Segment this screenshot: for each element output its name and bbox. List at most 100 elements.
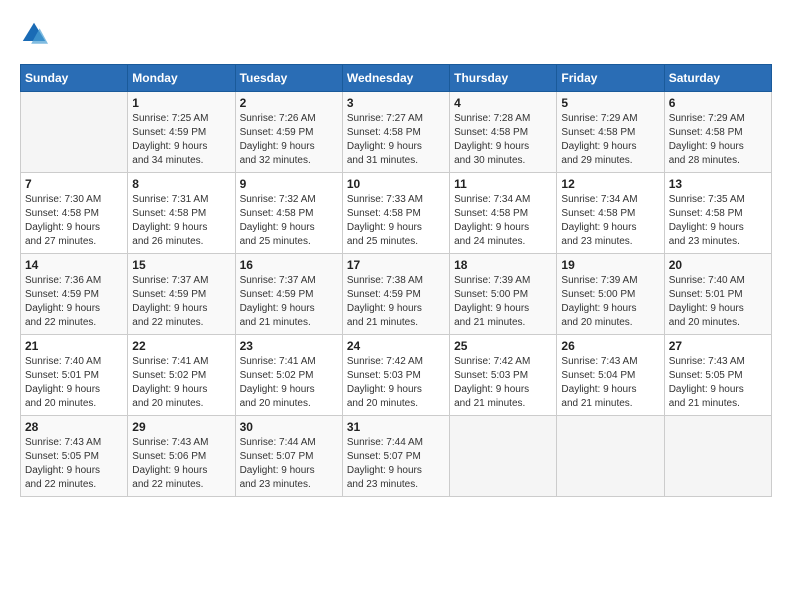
day-cell: 10 Sunrise: 7:33 AM Sunset: 4:58 PM Dayli… [342, 173, 449, 254]
day-info: Sunrise: 7:34 AM Sunset: 4:58 PM Dayligh… [561, 193, 659, 249]
day-cell: 22 Sunrise: 7:41 AM Sunset: 5:02 PM Dayli… [128, 335, 235, 416]
logo [20, 20, 52, 48]
day-cell: 21 Sunrise: 7:40 AM Sunset: 5:01 PM Dayli… [21, 335, 128, 416]
day-number: 30 [240, 420, 338, 434]
day-info: Sunrise: 7:34 AM Sunset: 4:58 PM Dayligh… [454, 193, 552, 249]
day-cell: 24 Sunrise: 7:42 AM Sunset: 5:03 PM Dayli… [342, 335, 449, 416]
day-number: 11 [454, 177, 552, 191]
day-number: 23 [240, 339, 338, 353]
day-cell [557, 416, 664, 497]
day-number: 8 [132, 177, 230, 191]
day-info: Sunrise: 7:36 AM Sunset: 4:59 PM Dayligh… [25, 274, 123, 330]
day-cell: 11 Sunrise: 7:34 AM Sunset: 4:58 PM Dayli… [450, 173, 557, 254]
day-number: 17 [347, 258, 445, 272]
day-info: Sunrise: 7:41 AM Sunset: 5:02 PM Dayligh… [240, 355, 338, 411]
day-cell: 28 Sunrise: 7:43 AM Sunset: 5:05 PM Dayli… [21, 416, 128, 497]
day-info: Sunrise: 7:39 AM Sunset: 5:00 PM Dayligh… [561, 274, 659, 330]
day-cell [21, 92, 128, 173]
day-number: 25 [454, 339, 552, 353]
day-cell: 13Sunrise: 7:35 AM Sunset: 4:58 PM Dayli… [664, 173, 771, 254]
day-info: Sunrise: 7:28 AM Sunset: 4:58 PM Dayligh… [454, 112, 552, 168]
day-info: Sunrise: 7:43 AM Sunset: 5:04 PM Dayligh… [561, 355, 659, 411]
day-number: 9 [240, 177, 338, 191]
day-info: Sunrise: 7:35 AM Sunset: 4:58 PM Dayligh… [669, 193, 767, 249]
day-number: 19 [561, 258, 659, 272]
day-cell: 12 Sunrise: 7:34 AM Sunset: 4:58 PM Dayli… [557, 173, 664, 254]
logo-icon [20, 20, 48, 48]
week-row-3: 14 Sunrise: 7:36 AM Sunset: 4:59 PM Dayli… [21, 254, 772, 335]
day-cell: 27Sunrise: 7:43 AM Sunset: 5:05 PM Dayli… [664, 335, 771, 416]
day-info: Sunrise: 7:38 AM Sunset: 4:59 PM Dayligh… [347, 274, 445, 330]
week-row-2: 7 Sunrise: 7:30 AM Sunset: 4:58 PM Daylig… [21, 173, 772, 254]
day-info: Sunrise: 7:25 AM Sunset: 4:59 PM Dayligh… [132, 112, 230, 168]
day-info: Sunrise: 7:44 AM Sunset: 5:07 PM Dayligh… [347, 436, 445, 492]
day-number: 15 [132, 258, 230, 272]
day-number: 7 [25, 177, 123, 191]
day-info: Sunrise: 7:44 AM Sunset: 5:07 PM Dayligh… [240, 436, 338, 492]
day-info: Sunrise: 7:40 AM Sunset: 5:01 PM Dayligh… [25, 355, 123, 411]
day-info: Sunrise: 7:37 AM Sunset: 4:59 PM Dayligh… [132, 274, 230, 330]
day-cell: 15 Sunrise: 7:37 AM Sunset: 4:59 PM Dayli… [128, 254, 235, 335]
day-info: Sunrise: 7:39 AM Sunset: 5:00 PM Dayligh… [454, 274, 552, 330]
day-number: 2 [240, 96, 338, 110]
day-cell: 26 Sunrise: 7:43 AM Sunset: 5:04 PM Dayli… [557, 335, 664, 416]
day-cell: 18 Sunrise: 7:39 AM Sunset: 5:00 PM Dayli… [450, 254, 557, 335]
day-cell: 5Sunrise: 7:29 AM Sunset: 4:58 PM Daylig… [557, 92, 664, 173]
day-number: 31 [347, 420, 445, 434]
day-number: 6 [669, 96, 767, 110]
day-number: 3 [347, 96, 445, 110]
day-number: 10 [347, 177, 445, 191]
day-number: 14 [25, 258, 123, 272]
header-monday: Monday [128, 65, 235, 92]
day-info: Sunrise: 7:43 AM Sunset: 5:05 PM Dayligh… [25, 436, 123, 492]
day-cell: 16 Sunrise: 7:37 AM Sunset: 4:59 PM Dayli… [235, 254, 342, 335]
day-cell: 2 Sunrise: 7:26 AM Sunset: 4:59 PM Daylig… [235, 92, 342, 173]
day-number: 16 [240, 258, 338, 272]
day-number: 24 [347, 339, 445, 353]
header-wednesday: Wednesday [342, 65, 449, 92]
day-cell: 14 Sunrise: 7:36 AM Sunset: 4:59 PM Dayli… [21, 254, 128, 335]
day-info: Sunrise: 7:29 AM Sunset: 4:58 PM Dayligh… [561, 112, 659, 168]
page-header [20, 20, 772, 48]
day-info: Sunrise: 7:26 AM Sunset: 4:59 PM Dayligh… [240, 112, 338, 168]
day-cell [664, 416, 771, 497]
header-tuesday: Tuesday [235, 65, 342, 92]
week-row-1: 1 Sunrise: 7:25 AM Sunset: 4:59 PM Daylig… [21, 92, 772, 173]
day-cell: 31 Sunrise: 7:44 AM Sunset: 5:07 PM Dayli… [342, 416, 449, 497]
day-info: Sunrise: 7:43 AM Sunset: 5:06 PM Dayligh… [132, 436, 230, 492]
day-number: 20 [669, 258, 767, 272]
day-cell [450, 416, 557, 497]
day-number: 26 [561, 339, 659, 353]
day-cell: 7 Sunrise: 7:30 AM Sunset: 4:58 PM Daylig… [21, 173, 128, 254]
day-cell: 8Sunrise: 7:31 AM Sunset: 4:58 PM Daylig… [128, 173, 235, 254]
day-info: Sunrise: 7:41 AM Sunset: 5:02 PM Dayligh… [132, 355, 230, 411]
day-number: 29 [132, 420, 230, 434]
day-info: Sunrise: 7:29 AM Sunset: 4:58 PM Dayligh… [669, 112, 767, 168]
day-cell: 1 Sunrise: 7:25 AM Sunset: 4:59 PM Daylig… [128, 92, 235, 173]
day-info: Sunrise: 7:40 AM Sunset: 5:01 PM Dayligh… [669, 274, 767, 330]
day-info: Sunrise: 7:33 AM Sunset: 4:58 PM Dayligh… [347, 193, 445, 249]
day-cell: 6 Sunrise: 7:29 AM Sunset: 4:58 PM Daylig… [664, 92, 771, 173]
day-info: Sunrise: 7:27 AM Sunset: 4:58 PM Dayligh… [347, 112, 445, 168]
day-info: Sunrise: 7:42 AM Sunset: 5:03 PM Dayligh… [347, 355, 445, 411]
day-info: Sunrise: 7:37 AM Sunset: 4:59 PM Dayligh… [240, 274, 338, 330]
day-info: Sunrise: 7:30 AM Sunset: 4:58 PM Dayligh… [25, 193, 123, 249]
day-cell: 4 Sunrise: 7:28 AM Sunset: 4:58 PM Daylig… [450, 92, 557, 173]
day-number: 22 [132, 339, 230, 353]
day-number: 28 [25, 420, 123, 434]
day-number: 4 [454, 96, 552, 110]
header-sunday: Sunday [21, 65, 128, 92]
day-number: 12 [561, 177, 659, 191]
header-saturday: Saturday [664, 65, 771, 92]
day-number: 18 [454, 258, 552, 272]
day-cell: 17 Sunrise: 7:38 AM Sunset: 4:59 PM Dayli… [342, 254, 449, 335]
calendar-table: SundayMondayTuesdayWednesdayThursdayFrid… [20, 64, 772, 497]
week-row-5: 28 Sunrise: 7:43 AM Sunset: 5:05 PM Dayli… [21, 416, 772, 497]
week-row-4: 21 Sunrise: 7:40 AM Sunset: 5:01 PM Dayli… [21, 335, 772, 416]
header-friday: Friday [557, 65, 664, 92]
day-number: 21 [25, 339, 123, 353]
day-info: Sunrise: 7:43 AM Sunset: 5:05 PM Dayligh… [669, 355, 767, 411]
day-number: 1 [132, 96, 230, 110]
day-cell: 29 Sunrise: 7:43 AM Sunset: 5:06 PM Dayli… [128, 416, 235, 497]
day-cell: 23 Sunrise: 7:41 AM Sunset: 5:02 PM Dayli… [235, 335, 342, 416]
